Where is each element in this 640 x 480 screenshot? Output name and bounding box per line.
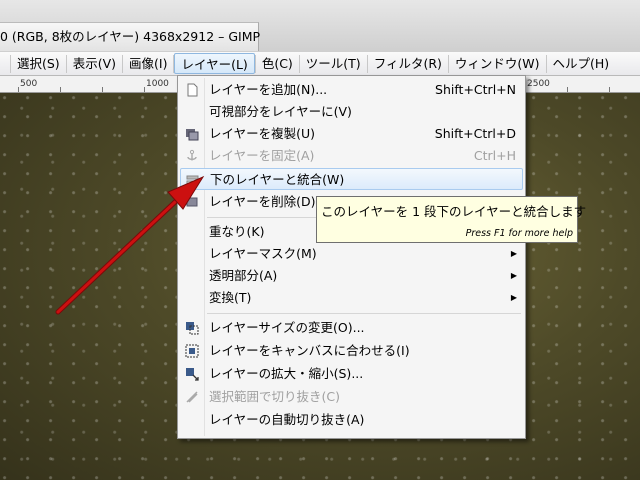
menu-item-label: レイヤーの拡大・縮小(S)... [209,366,364,381]
ruler-tick [567,87,568,92]
menu-tools[interactable]: ツール(T) [300,53,367,74]
menu-item-autocrop-layer[interactable]: レイヤーの自動切り抜き(A) [180,409,523,431]
menu-item-shortcut: Shift+Ctrl+D [434,126,516,141]
menu-item-duplicate-layer[interactable]: レイヤーを複製(U) Shift+Ctrl+D [180,123,523,145]
menu-item-label: 可視部分をレイヤーに(V) [209,104,352,119]
menu-item-label: レイヤーサイズの変更(O)... [209,320,365,335]
menu-item-label: 下のレイヤーと統合(W) [210,172,345,187]
menu-help[interactable]: ヘルプ(H) [547,53,616,74]
menu-item-layer-boundary-size[interactable]: レイヤーサイズの変更(O)... [180,317,523,339]
anchor-icon [187,149,197,161]
menu-item-crop-to-selection: 選択範囲で切り抜き(C) [180,386,523,408]
menu-colors[interactable]: 色(C) [256,53,299,74]
menu-view[interactable]: 表示(V) [67,53,122,74]
merge-down-icon [186,175,199,185]
menu-item-transparency[interactable]: 透明部分(A) ▶ [180,265,523,287]
scale-layer-icon [186,368,199,381]
ruler-label: 1000 [146,79,169,89]
submenu-arrow-icon: ▶ [510,249,517,258]
ruler-tick [60,87,61,92]
layer-to-canvas-icon [185,344,199,358]
menu-item-label: レイヤーを固定(A) [209,148,315,163]
ruler-tick [144,87,145,92]
menu-filters[interactable]: フィルタ(R) [368,53,448,74]
menu-item-label: 重なり(K) [209,224,265,239]
menu-bar: 選択(S) 表示(V) 画像(I) レイヤー(L) 色(C) ツール(T) フィ… [0,52,640,76]
menu-item-merge-down[interactable]: 下のレイヤーと統合(W) [180,168,523,190]
menu-item-label: レイヤーを追加(N)... [209,82,328,97]
menu-item-layer-to-image-size[interactable]: レイヤーをキャンバスに合わせる(I) [180,340,523,362]
submenu-arrow-icon: ▶ [510,271,517,280]
submenu-arrow-icon: ▶ [510,293,517,302]
window-title: 0 (RGB, 8枚のレイヤー) 4368x2912 – GIMP [0,22,260,51]
crop-icon [186,391,198,403]
ruler-tick [18,87,19,92]
ruler-tick [102,87,103,92]
menu-item-label: レイヤーマスク(M) [209,246,317,261]
menu-item-label: 変換(T) [209,290,252,305]
menu-item-label: レイヤーを削除(D) [209,194,316,209]
menu-separator [207,313,521,314]
menu-item-label: 透明部分(A) [209,268,278,283]
menu-item-new-layer[interactable]: レイヤーを追加(N)... Shift+Ctrl+N [180,79,523,101]
ruler-label: 500 [20,79,38,89]
menu-item-scale-layer[interactable]: レイヤーの拡大・縮小(S)... [180,363,523,385]
ruler-tick [609,87,610,92]
menu-image[interactable]: 画像(I) [123,53,173,74]
menu-item-label: レイヤーを複製(U) [209,126,316,141]
duplicate-layer-icon [186,129,199,141]
menu-select[interactable]: 選択(S) [11,53,66,74]
menu-item-transform[interactable]: 変換(T) ▶ [180,287,523,309]
new-layer-icon [187,83,198,97]
menu-item-shortcut: Shift+Ctrl+N [435,82,516,97]
menu-layer[interactable]: レイヤー(L) [174,53,255,74]
layer-menu-dropdown: レイヤーを追加(N)... Shift+Ctrl+N 可視部分をレイヤーに(V)… [177,75,526,439]
merge-down-tooltip: このレイヤーを 1 段下のレイヤーと統合します Press F1 for mor… [316,196,586,243]
menu-item-layer-mask[interactable]: レイヤーマスク(M) ▶ [180,243,523,265]
tooltip-text: このレイヤーを 1 段下のレイヤーと統合します [321,204,587,219]
menu-item-shortcut: Ctrl+H [473,148,516,163]
title-bar: 0 (RGB, 8枚のレイヤー) 4368x2912 – GIMP [0,0,640,52]
ruler-label: 2500 [527,79,550,89]
menu-item-label: レイヤーをキャンバスに合わせる(I) [209,343,410,358]
delete-layer-icon [186,197,198,207]
menu-windows[interactable]: ウィンドウ(W) [449,53,546,74]
tooltip-help-hint: Press F1 for more help [465,228,573,239]
menu-item-new-from-visible[interactable]: 可視部分をレイヤーに(V) [180,101,523,123]
menu-item-anchor-layer: レイヤーを固定(A) Ctrl+H [180,145,523,167]
menu-item-label: レイヤーの自動切り抜き(A) [209,412,365,427]
resize-layer-icon [186,322,199,335]
menu-item-label: 選択範囲で切り抜き(C) [209,389,340,404]
